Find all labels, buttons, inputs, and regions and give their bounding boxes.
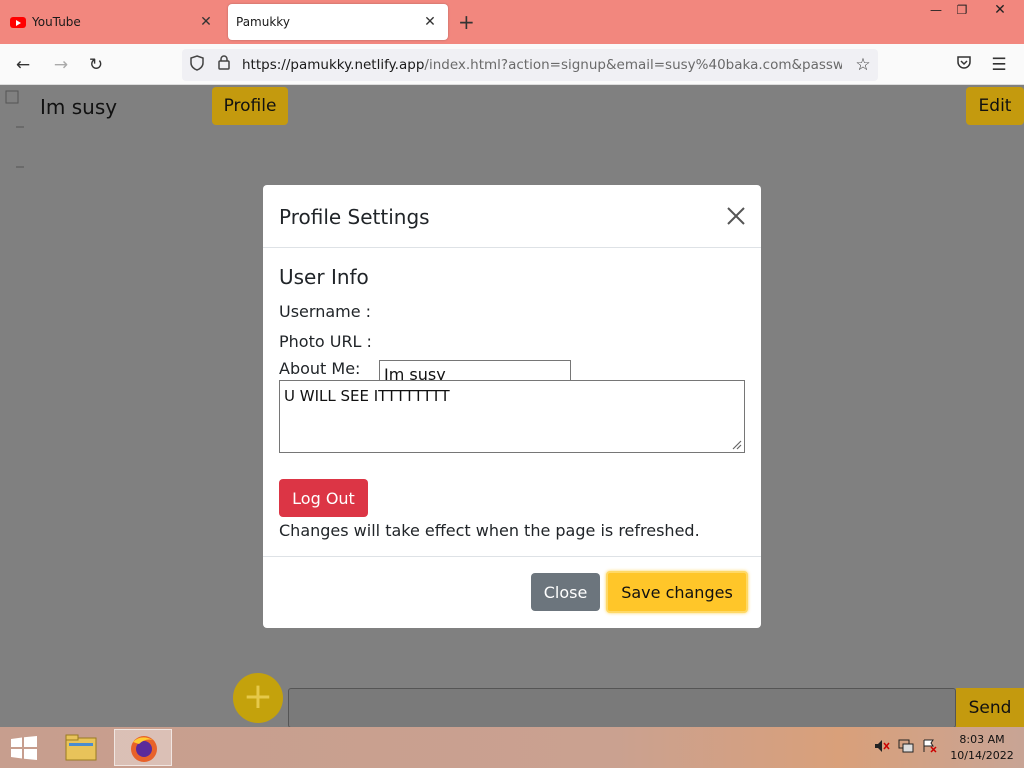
- refresh-note: Changes will take effect when the page i…: [279, 521, 700, 540]
- save-changes-button[interactable]: Save changes: [606, 571, 748, 613]
- about-me-textarea[interactable]: U WILL SEE ITTTTTTTT: [279, 380, 745, 453]
- taskbar: 8:03 AM 10/14/2022: [0, 727, 1024, 768]
- pocket-icon[interactable]: [951, 52, 977, 78]
- browser-nav-bar: ← → ↻ https://pamukky.netlify.app/index.…: [0, 44, 1024, 85]
- sidebar-marks: [4, 89, 39, 169]
- profile-button[interactable]: Profile: [212, 87, 288, 125]
- menu-icon[interactable]: ☰: [986, 52, 1012, 78]
- youtube-icon: [10, 16, 26, 28]
- resize-grip-icon[interactable]: [730, 438, 742, 450]
- message-input[interactable]: [288, 688, 956, 728]
- about-me-label: About Me:: [279, 359, 361, 378]
- user-info-heading: User Info: [279, 265, 369, 289]
- file-explorer-icon[interactable]: [52, 729, 110, 766]
- tab-title: Pamukky: [236, 15, 290, 29]
- volume-muted-icon[interactable]: [874, 739, 890, 757]
- url-text: https://pamukky.netlify.app/index.html?a…: [242, 57, 842, 73]
- new-tab-button[interactable]: +: [458, 10, 475, 34]
- browser-tab-bar: YouTube ✕ Pamukky ✕ + — ❐ ✕: [0, 0, 1024, 44]
- action-center-flag-icon[interactable]: [922, 739, 938, 757]
- modal-body: User Info Username : Photo URL : About M…: [263, 248, 761, 557]
- forward-icon[interactable]: →: [48, 52, 74, 78]
- firefox-icon[interactable]: [114, 729, 172, 766]
- bookmark-star-icon[interactable]: ☆: [850, 52, 876, 78]
- modal-title: Profile Settings: [279, 205, 430, 229]
- edit-button[interactable]: Edit: [966, 87, 1024, 125]
- tab-youtube[interactable]: YouTube ✕: [0, 4, 224, 40]
- clock-date: 10/14/2022: [950, 749, 1014, 762]
- clock-time: 8:03 AM: [959, 733, 1005, 746]
- restore-icon[interactable]: ❐: [946, 0, 978, 22]
- close-tab-icon[interactable]: ✕: [418, 14, 442, 30]
- log-out-button[interactable]: Log Out: [279, 479, 368, 517]
- modal-header: Profile Settings: [263, 185, 761, 248]
- window-close-icon[interactable]: ✕: [984, 0, 1016, 22]
- network-icon[interactable]: [898, 739, 914, 757]
- address-bar[interactable]: https://pamukky.netlify.app/index.html?a…: [182, 49, 878, 81]
- add-button[interactable]: +: [233, 673, 283, 723]
- close-icon[interactable]: [725, 205, 747, 227]
- username-label: Username :: [279, 302, 372, 321]
- back-icon[interactable]: ←: [10, 52, 36, 78]
- windows-start-icon[interactable]: [10, 736, 38, 760]
- send-button[interactable]: Send: [956, 688, 1024, 728]
- photo-url-label: Photo URL :: [279, 332, 372, 351]
- close-tab-icon[interactable]: ✕: [194, 14, 218, 30]
- modal-footer: Close Save changes: [263, 557, 761, 627]
- tab-title: YouTube: [32, 15, 81, 29]
- system-clock[interactable]: 8:03 AM 10/14/2022: [944, 732, 1020, 764]
- lock-icon[interactable]: [218, 55, 230, 74]
- current-username: Im susy: [40, 95, 118, 119]
- tracking-shield-icon[interactable]: [190, 55, 204, 75]
- profile-settings-modal: Profile Settings User Info Username : Ph…: [263, 185, 761, 628]
- tab-pamukky[interactable]: Pamukky ✕: [228, 4, 448, 40]
- reload-icon[interactable]: ↻: [83, 52, 109, 78]
- close-button[interactable]: Close: [531, 573, 600, 611]
